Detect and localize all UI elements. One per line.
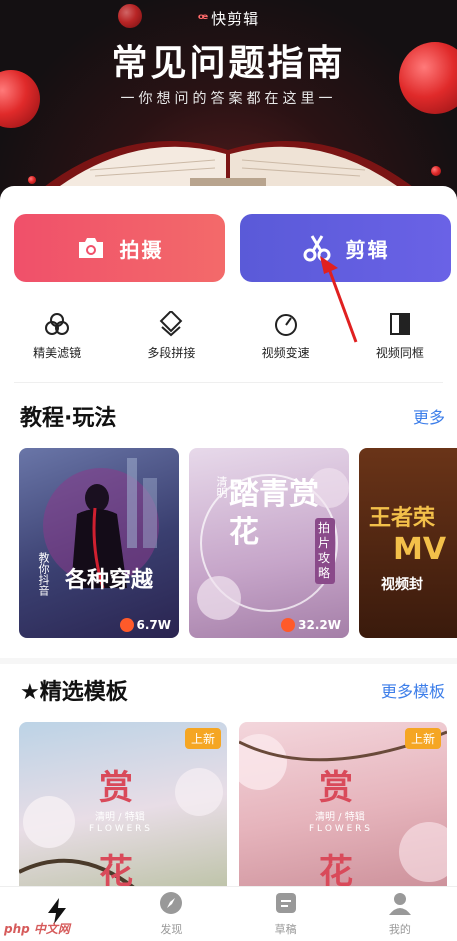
views-count: 32.2W [298,618,341,632]
filter-icon [44,310,70,338]
divider [14,382,443,383]
template-title-top: 赏 [99,768,133,808]
tool-split-frame[interactable]: 视频同框 [343,310,457,370]
logo-mark-icon: ꟹ [197,10,210,28]
nav-label: 草稿 [274,923,297,936]
card-caption-small: 清明 [215,476,228,498]
watermark: php 中文网 [4,922,70,936]
tool-label: 视频变速 [261,346,310,360]
main-panel: 拍摄 剪辑 精美滤镜 多段拼接 视频变速 视频同框 教程·玩法 更多 教你抖音 … [0,186,457,902]
nav-discover[interactable]: 发现 [114,887,228,941]
tools-row: 精美滤镜 多段拼接 视频变速 视频同框 [0,310,457,370]
app-logo: ꟹ 快剪辑 [0,8,457,29]
new-badge: 上新 [404,728,441,749]
card-caption-big: 各种穿越 [65,568,154,593]
nav-drafts[interactable]: 草稿 [229,887,343,941]
section-divider [0,658,457,664]
tool-speed[interactable]: 视频变速 [229,310,343,370]
new-badge: 上新 [184,728,221,749]
template-english: F L O W E R S [309,824,370,834]
template-english: F L O W E R S [89,824,150,834]
tool-label: 多段拼接 [147,346,196,360]
tool-label: 视频同框 [375,346,424,360]
shoot-button[interactable]: 拍摄 [14,214,225,282]
draft-icon [274,891,298,919]
logo-text: 快剪辑 [211,10,260,28]
templates-title: ★精选模板 [20,680,128,705]
template-card[interactable]: 上新 赏 清明 / 特辑 F L O W E R S 花 [19,722,227,902]
nav-profile[interactable]: 我的 [343,887,457,941]
splice-icon [158,310,184,338]
card-caption-big: 王者荣 [369,506,436,531]
card-caption-small: 教你抖音 [37,552,50,596]
user-icon [388,891,412,919]
tutorials-title: 教程·玩法 [20,406,117,431]
banner[interactable]: ꟹ 快剪辑 常见问题指南 一你想问的答案都在这里一 [0,0,457,200]
compass-icon [159,891,183,919]
tutorial-card[interactable]: 王者荣 MV 视频封 [359,448,457,638]
shoot-label: 拍摄 [119,237,164,262]
card-caption-big: 踏青赏花 [229,477,319,550]
card-caption-mid: MV [393,532,447,567]
template-card[interactable]: 上新 赏 清明 / 特辑 F L O W E R S 花 [239,722,447,902]
tutorial-card[interactable]: 清明 踏青赏花 拍片攻略 32.2W [189,448,349,638]
fire-icon [119,618,134,632]
open-book-illustration [40,141,417,200]
views-badge: 32.2W [281,618,341,632]
card-caption-small: 视频封 [381,577,423,593]
template-title-top: 赏 [319,768,353,808]
views-badge: 6.7W [119,618,172,632]
camera-icon [76,236,106,260]
template-subtitle: 清明 / 特辑 [315,812,365,823]
banner-title: 常见问题指南 [111,43,346,84]
fire-icon [281,618,296,632]
nav-label: 发现 [160,923,183,936]
tool-label: 精美滤镜 [33,346,82,360]
tutorial-card[interactable]: 教你抖音 各种穿越 6.7W [19,448,179,638]
card-tag: 拍片攻略 [315,518,335,584]
template-subtitle: 清明 / 特辑 [95,812,145,823]
tool-splice[interactable]: 多段拼接 [114,310,228,370]
tutorials-more-link[interactable]: 更多 [413,404,445,428]
views-count: 6.7W [136,618,172,632]
tool-filter[interactable]: 精美滤镜 [0,310,114,370]
templates-more-link[interactable]: 更多模板 [381,678,445,702]
speed-icon [273,310,299,338]
nav-label: 我的 [388,923,411,936]
split-frame-icon [387,310,413,338]
tutorial-card-art [43,458,159,589]
